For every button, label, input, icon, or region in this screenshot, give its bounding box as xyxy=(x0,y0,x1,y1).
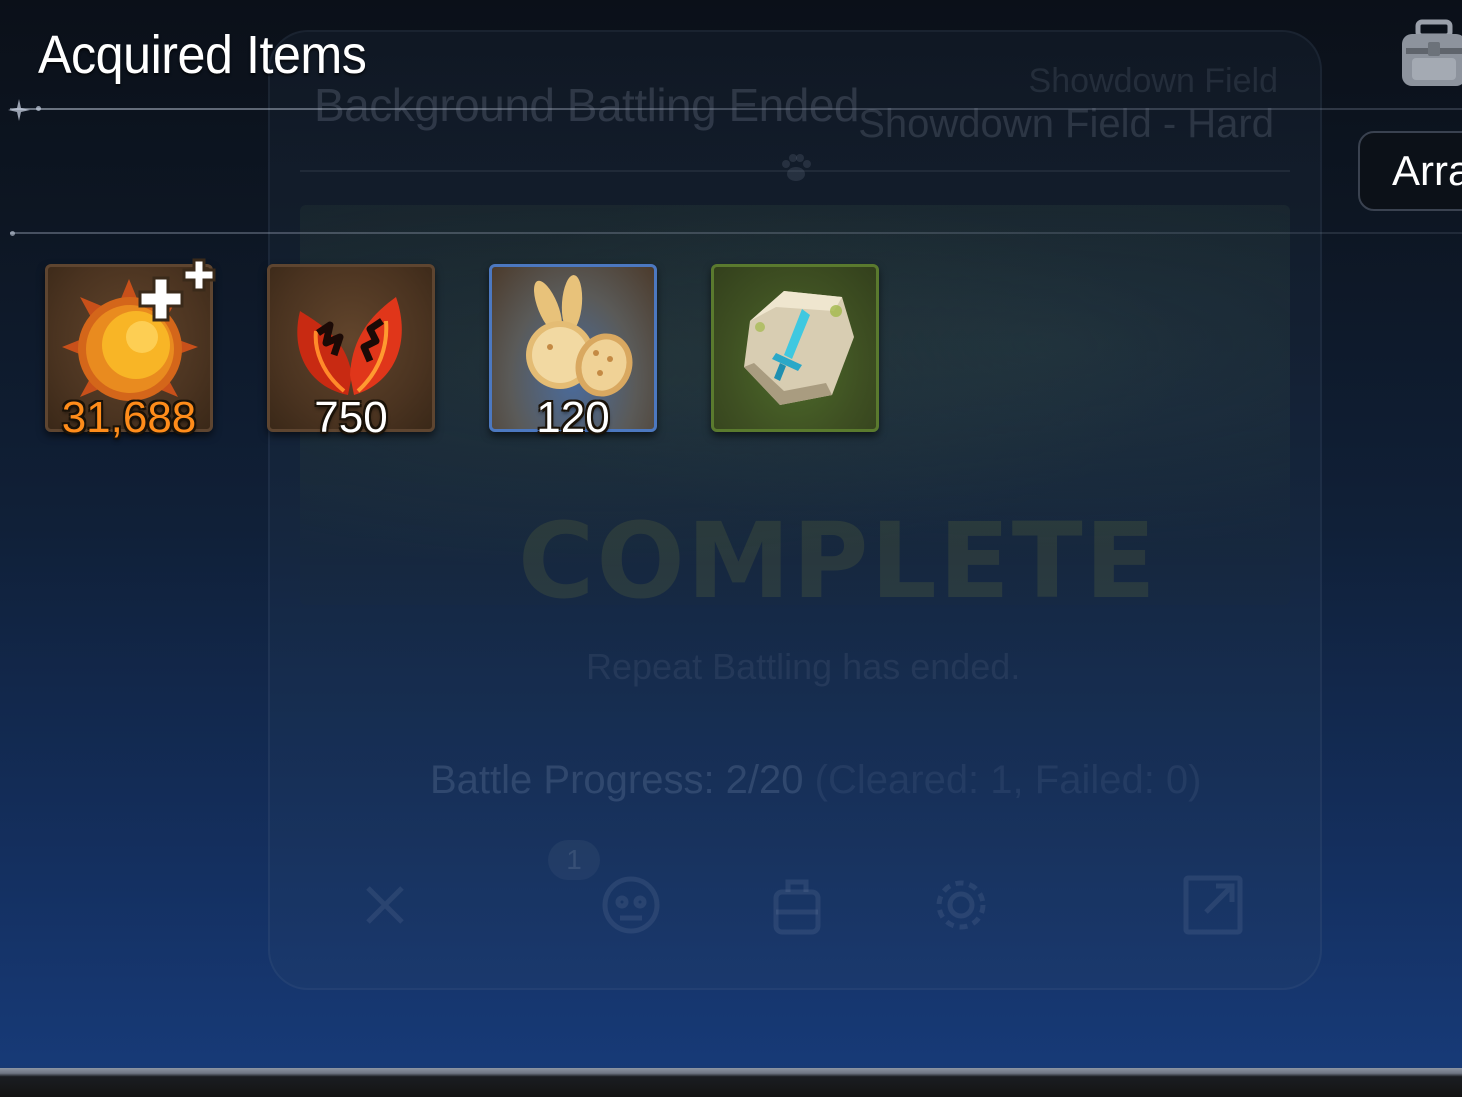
double-plus-icon xyxy=(138,258,216,322)
item-count: 750 xyxy=(314,393,388,442)
paw-icon xyxy=(782,154,811,181)
battle-progress-detail: (Cleared: 1, Failed: 0) xyxy=(803,758,1202,802)
item-count: 120 xyxy=(536,393,610,442)
backpack-icon xyxy=(773,879,821,935)
items-divider xyxy=(10,232,1462,234)
sparkle-icon xyxy=(8,99,30,121)
item-slot-leaf[interactable]: 750 xyxy=(267,264,435,442)
repeat-ended-message: Repeat Battling has ended. xyxy=(586,646,1021,687)
acquired-items-screen: Background Battling Ended Showdown Field… xyxy=(0,0,1462,1097)
monster-icon xyxy=(602,876,660,934)
divider-dot xyxy=(36,106,41,111)
title-divider xyxy=(10,108,1462,110)
divider-dot xyxy=(10,231,15,236)
page-title: Acquired Items xyxy=(38,25,367,85)
arrange-button[interactable]: Arrange xyxy=(1358,131,1462,211)
close-icon xyxy=(366,886,404,924)
sword-rune-stone-icon xyxy=(744,291,854,405)
notification-badge: 1 xyxy=(548,840,600,880)
battle-progress: Battle Progress: 2/20 (Cleared: 1, Faile… xyxy=(430,758,1202,803)
background-panel-title: Background Battling Ended xyxy=(314,79,860,131)
item-count: 31,688 xyxy=(61,393,197,442)
bottom-bar xyxy=(0,1068,1462,1097)
item-slot-cookie[interactable]: 120 xyxy=(489,264,657,442)
complete-banner: COMPLETE xyxy=(518,500,1158,622)
battle-progress-count: Battle Progress: 2/20 xyxy=(430,758,804,802)
backpack-icon xyxy=(1402,19,1462,86)
inventory-button[interactable] xyxy=(1396,18,1462,90)
background-field-small: Showdown Field xyxy=(1028,62,1278,100)
external-link-icon xyxy=(1183,875,1243,935)
gear-icon xyxy=(936,880,986,930)
item-slot-rune[interactable] xyxy=(711,264,879,432)
